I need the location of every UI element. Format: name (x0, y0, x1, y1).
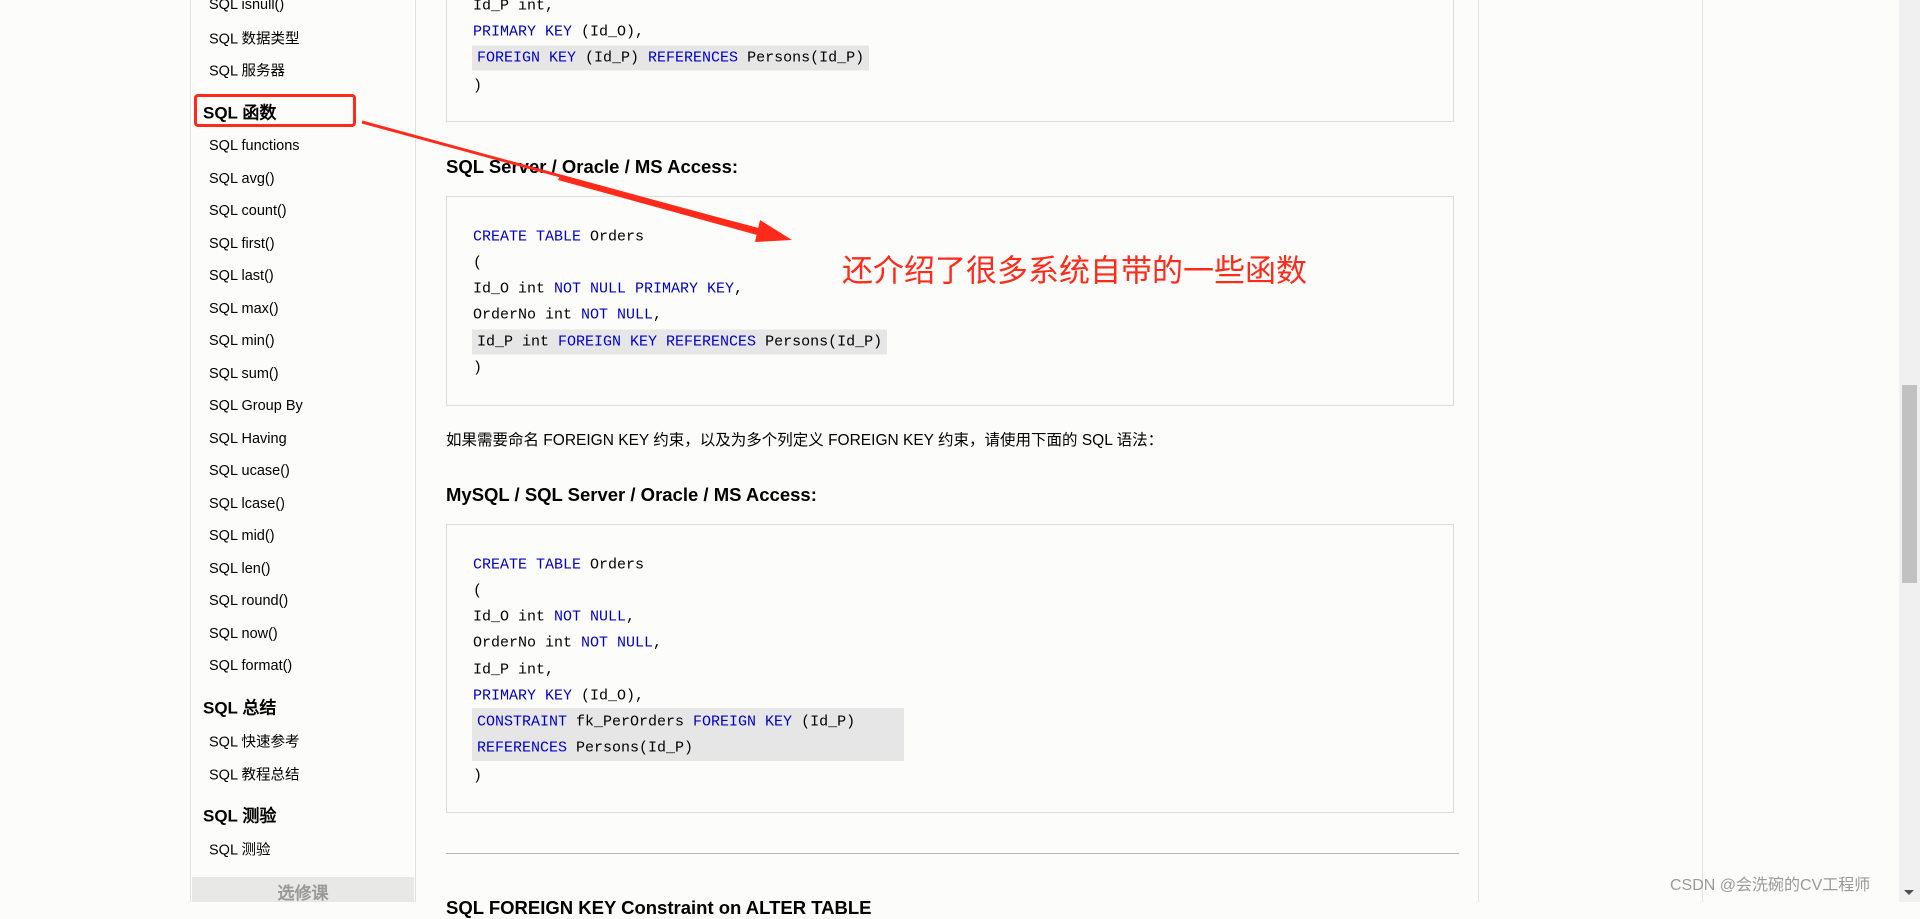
watermark: CSDN @会洗碗的CV工程师 (1670, 877, 1871, 894)
vertical-scrollbar[interactable] (1899, 0, 1920, 902)
annotation-text: 还介绍了很多系统自带的一些函数 (842, 253, 1307, 289)
annotation-arrow-icon (361, 120, 792, 242)
arrow-shaft-thick (558, 176, 770, 238)
scrollbar-thumb[interactable] (1902, 385, 1917, 583)
scroll-down-arrow-icon[interactable] (1904, 890, 1914, 895)
